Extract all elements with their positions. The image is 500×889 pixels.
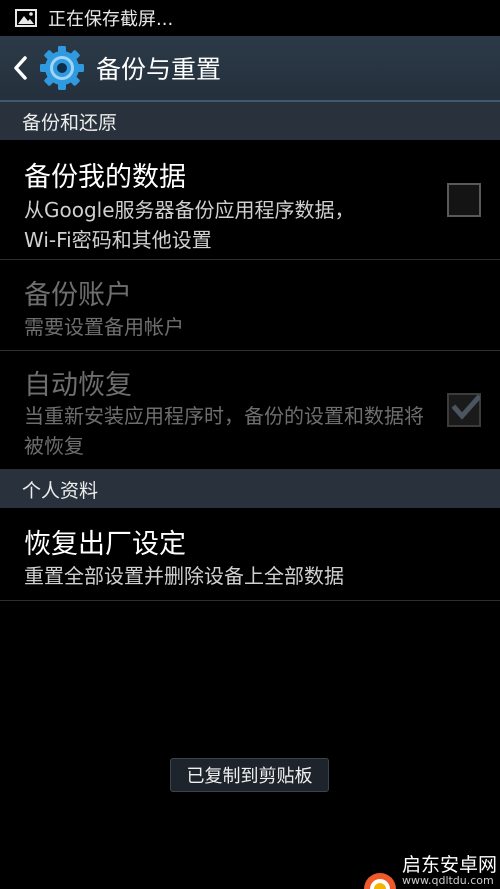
watermark-name: 启东安卓网 [402,854,498,876]
item-title: 自动恢复 [24,370,132,401]
section-header-backup-restore: 备份和还原 [0,102,500,140]
toast: 已复制到剪贴板 [170,758,329,792]
action-bar: 备份与重置 [0,36,500,102]
picture-icon [14,8,38,28]
status-text: 正在保存截屏... [48,9,174,30]
item-summary: 需要设置备用帐户 [24,315,184,339]
watermark-logo-icon [364,873,396,889]
section-header-personal-data: 个人资料 [0,470,500,508]
watermark: 启东安卓网 www.qdltdu.com [360,850,500,889]
backup-my-data-checkbox[interactable] [447,183,481,217]
item-title: 备份账户 [24,280,132,311]
item-summary: 从Google服务器备份应用程序数据，Wi-Fi密码和其他设置 [24,198,355,252]
factory-reset-item[interactable]: 恢复出厂设定 重置全部设置并删除设备上全部数据 [0,508,500,601]
item-title: 备份我的数据 [24,162,186,193]
page-title: 备份与重置 [96,55,222,84]
backup-my-data-item[interactable]: 备份我的数据 从Google服务器备份应用程序数据，Wi-Fi密码和其他设置 [0,140,500,260]
section-header-label: 个人资料 [22,479,99,502]
watermark-url: www.qdltdu.com [402,874,494,887]
section-header-label: 备份和还原 [22,111,118,134]
item-summary: 重置全部设置并删除设备上全部数据 [24,564,344,588]
auto-restore-item: 自动恢复 当重新安装应用程序时，备份的设置和数据将被恢复 [0,351,500,470]
backup-account-item: 备份账户 需要设置备用帐户 [0,260,500,351]
check-icon [451,394,480,420]
chevron-left-icon[interactable] [10,53,30,83]
item-title: 恢复出厂设定 [24,529,186,560]
auto-restore-checkbox [447,393,481,427]
status-bar: 正在保存截屏... [0,0,500,36]
gear-icon[interactable] [38,44,86,92]
toast-text: 已复制到剪贴板 [186,766,313,787]
item-summary: 当重新安装应用程序时，备份的设置和数据将被恢复 [24,404,424,458]
